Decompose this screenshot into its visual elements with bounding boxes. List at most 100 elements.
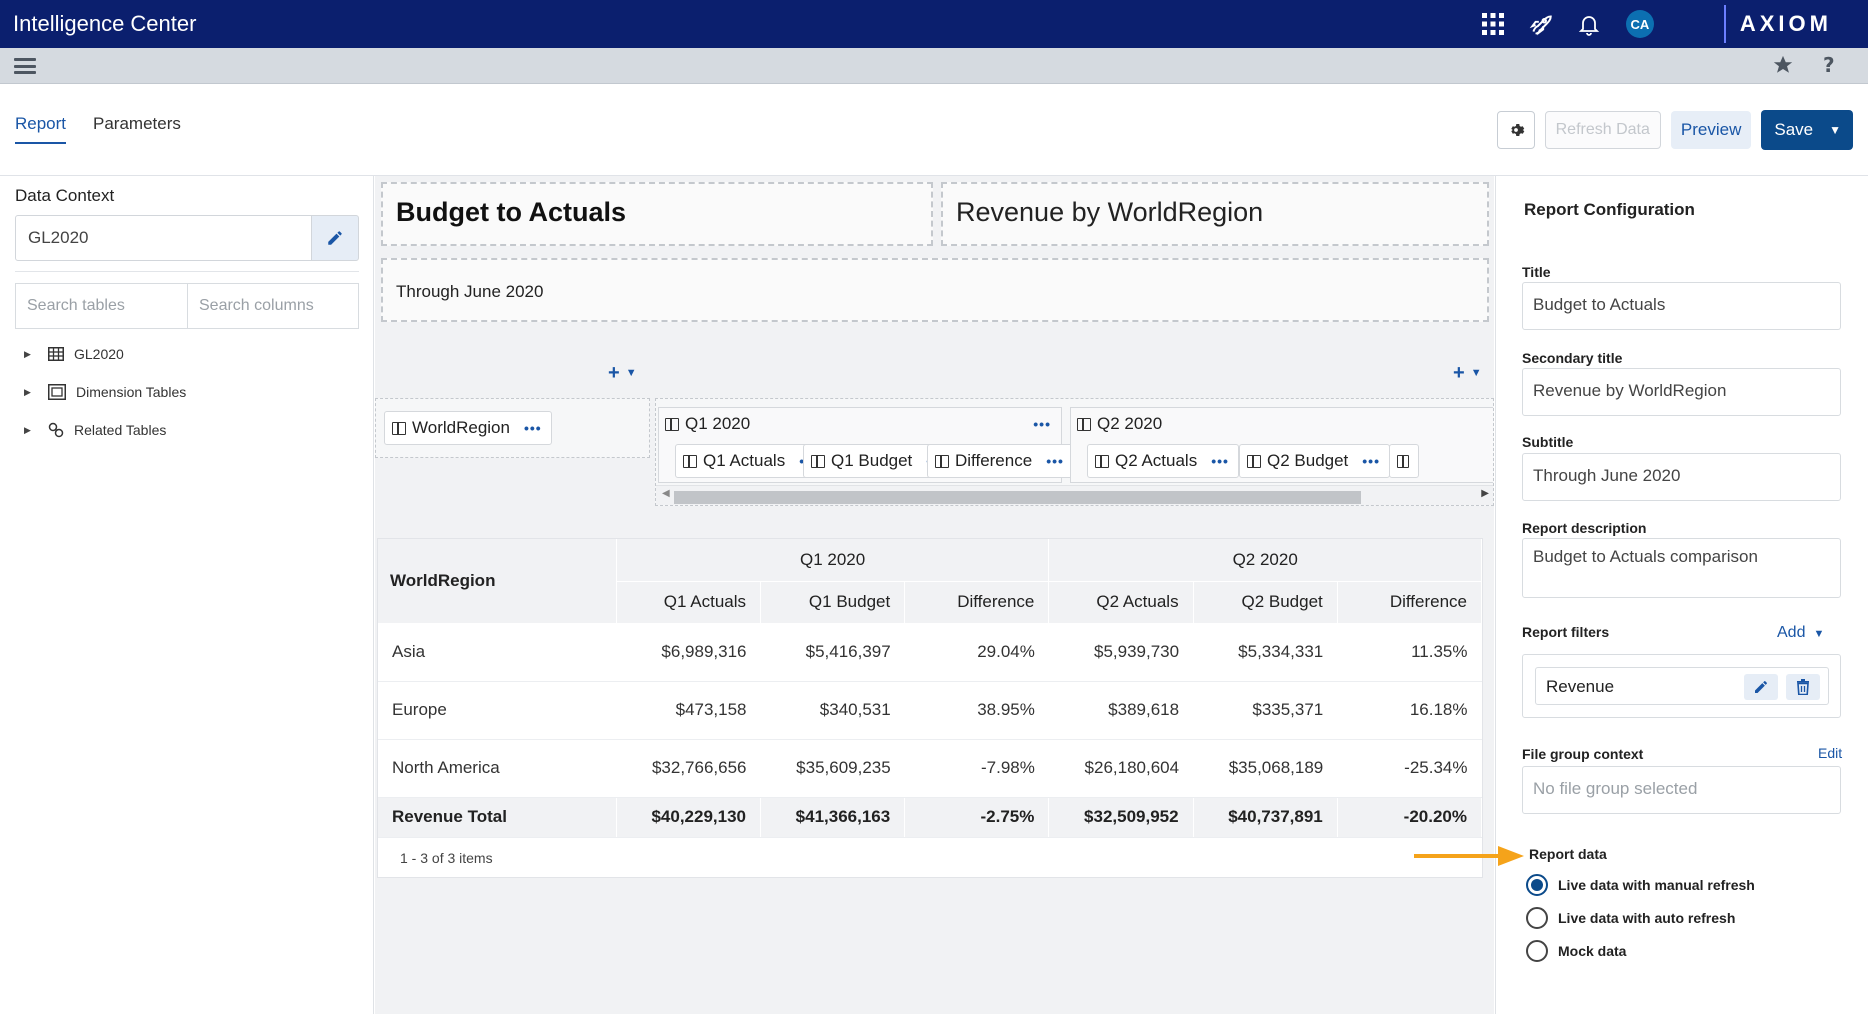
row-fields-area: WorldRegion ••• (375, 398, 650, 458)
row-label: Europe (378, 681, 617, 740)
add-filter-label: Add (1777, 624, 1806, 641)
radio-selected-icon[interactable] (1526, 874, 1548, 896)
apps-grid-icon[interactable] (1478, 9, 1508, 39)
radio-label: Live data with auto refresh (1558, 910, 1736, 926)
save-button[interactable]: Save ▼ (1761, 110, 1853, 150)
edit-file-group-link[interactable]: Edit (1818, 745, 1842, 761)
radio-mock-data[interactable]: Mock data (1526, 940, 1626, 962)
expand-icon[interactable]: ▶ (24, 387, 38, 398)
table-cell: $335,371 (1193, 681, 1338, 740)
edit-filter-button[interactable] (1744, 674, 1778, 700)
report-subtitle-box[interactable]: Through June 2020 (381, 258, 1489, 322)
edit-data-context-button[interactable] (311, 215, 359, 261)
tab-parameters[interactable]: Parameters (93, 114, 181, 142)
more-options-icon[interactable]: ••• (1362, 453, 1380, 469)
scroll-right-icon[interactable]: ▶ (1481, 488, 1489, 499)
file-group-input[interactable]: No file group selected (1522, 766, 1841, 814)
subtitle-label: Subtitle (1522, 434, 1574, 450)
table-cell: $473,158 (616, 681, 761, 740)
config-heading: Report Configuration (1524, 200, 1695, 219)
scroll-left-icon[interactable]: ◀ (662, 488, 670, 499)
column-group-q2[interactable]: Q2 2020 Q2 Actuals ••• Q2 Budget ••• (1070, 407, 1493, 483)
rocket-icon[interactable] (1526, 9, 1556, 39)
tab-report[interactable]: Report (15, 114, 67, 144)
radio-label: Mock data (1558, 943, 1627, 959)
file-group-label: File group context (1522, 746, 1644, 762)
more-options-icon[interactable]: ••• (1033, 416, 1051, 432)
column-chip[interactable] (1389, 444, 1419, 478)
menu-icon[interactable] (14, 56, 36, 76)
filters-container: Revenue (1522, 654, 1841, 718)
chip-label: Difference (955, 451, 1033, 470)
table-cell: -25.34% (1337, 739, 1482, 798)
secondary-title-label: Secondary title (1522, 350, 1623, 366)
table-cell: 16.18% (1337, 681, 1482, 740)
scroll-thumb[interactable] (674, 491, 1361, 504)
table-cell: $340,531 (760, 681, 905, 740)
horizontal-scrollbar[interactable]: ◀ ▶ (656, 485, 1493, 505)
description-input[interactable]: Budget to Actuals comparison (1522, 538, 1841, 598)
total-cell: $40,229,130 (616, 797, 762, 838)
report-title-box[interactable]: Budget to Actuals (381, 182, 933, 246)
tree-item-label: Related Tables (74, 422, 167, 438)
subtitle-input[interactable]: Through June 2020 (1522, 453, 1841, 501)
radio-label: Live data with manual refresh (1558, 877, 1755, 893)
column-chip[interactable]: Difference ••• (927, 444, 1074, 478)
column-icon (665, 417, 679, 431)
total-cell: $41,366,163 (760, 797, 906, 838)
column-chip[interactable]: Q2 Budget ••• (1239, 444, 1390, 478)
dimension-table-icon (48, 384, 66, 400)
delete-filter-button[interactable] (1786, 674, 1820, 700)
link-icon (48, 422, 64, 438)
data-context-field[interactable]: GL2020 (15, 215, 312, 261)
tree-item-label: Dimension Tables (76, 384, 187, 400)
tree-item-related-tables[interactable]: ▶ Related Tables (24, 422, 166, 438)
chevron-down-icon: ▼ (1813, 628, 1825, 640)
row-field-chip[interactable]: WorldRegion ••• (384, 411, 552, 445)
refresh-data-button[interactable]: Refresh Data (1544, 111, 1661, 149)
expand-icon[interactable]: ▶ (24, 349, 38, 360)
svg-text:?: ? (1823, 54, 1835, 76)
tree-item-label: GL2020 (74, 346, 124, 362)
save-dropdown-icon[interactable]: ▼ (1825, 123, 1853, 137)
report-secondary-title: Revenue by WorldRegion (956, 197, 1264, 227)
more-options-icon[interactable]: ••• (524, 420, 542, 436)
secondary-title-input[interactable]: Revenue by WorldRegion (1522, 368, 1841, 416)
preview-button[interactable]: Preview (1670, 111, 1752, 149)
chip-label: Q1 Budget (831, 451, 913, 470)
bell-icon[interactable] (1574, 9, 1604, 39)
tab-row: Report Parameters Refresh Data Preview S… (0, 84, 1868, 176)
search-tables-input[interactable]: Search tables (15, 283, 188, 329)
add-column-field-button[interactable]: + ▼ (1453, 362, 1482, 385)
title-input[interactable]: Budget to Actuals (1522, 282, 1841, 330)
filter-item[interactable]: Revenue (1535, 667, 1829, 705)
expand-icon[interactable]: ▶ (24, 425, 38, 436)
save-label: Save (1774, 120, 1814, 139)
column-header: Difference (1337, 581, 1483, 623)
add-filter-button[interactable]: Add ▼ (1777, 624, 1824, 642)
report-secondary-title-box[interactable]: Revenue by WorldRegion (941, 182, 1489, 246)
radio-unselected-icon[interactable] (1526, 940, 1548, 962)
add-row-field-button[interactable]: + ▼ (608, 362, 637, 385)
settings-button[interactable] (1496, 111, 1535, 149)
column-group-q1[interactable]: Q1 2020 ••• Q1 Actuals••• Q1 Budget••• D… (658, 407, 1074, 483)
radio-live-manual[interactable]: Live data with manual refresh (1526, 874, 1755, 896)
more-options-icon[interactable]: ••• (1211, 453, 1229, 469)
tree-item-gl2020[interactable]: ▶ GL2020 (24, 346, 124, 362)
user-avatar[interactable]: CA (1625, 10, 1654, 38)
search-columns-input[interactable]: Search columns (187, 283, 359, 329)
more-options-icon[interactable]: ••• (1046, 453, 1064, 469)
help-icon[interactable]: ? (1820, 54, 1838, 76)
radio-unselected-icon[interactable] (1526, 907, 1548, 929)
table-cell: $5,334,331 (1193, 623, 1338, 682)
tree-item-dimension-tables[interactable]: ▶ Dimension Tables (24, 384, 186, 400)
sub-toolbar: ? (0, 48, 1868, 84)
group-label: Q2 2020 (1097, 414, 1163, 433)
radio-live-auto[interactable]: Live data with auto refresh (1526, 907, 1735, 929)
column-chip[interactable]: Q2 Actuals ••• (1087, 444, 1239, 478)
gear-icon (1510, 124, 1524, 136)
table-cell: $35,068,189 (1193, 739, 1338, 798)
chip-label: Q1 Actuals (703, 451, 786, 470)
filter-label: Revenue (1546, 677, 1615, 696)
star-icon[interactable] (1772, 54, 1794, 76)
